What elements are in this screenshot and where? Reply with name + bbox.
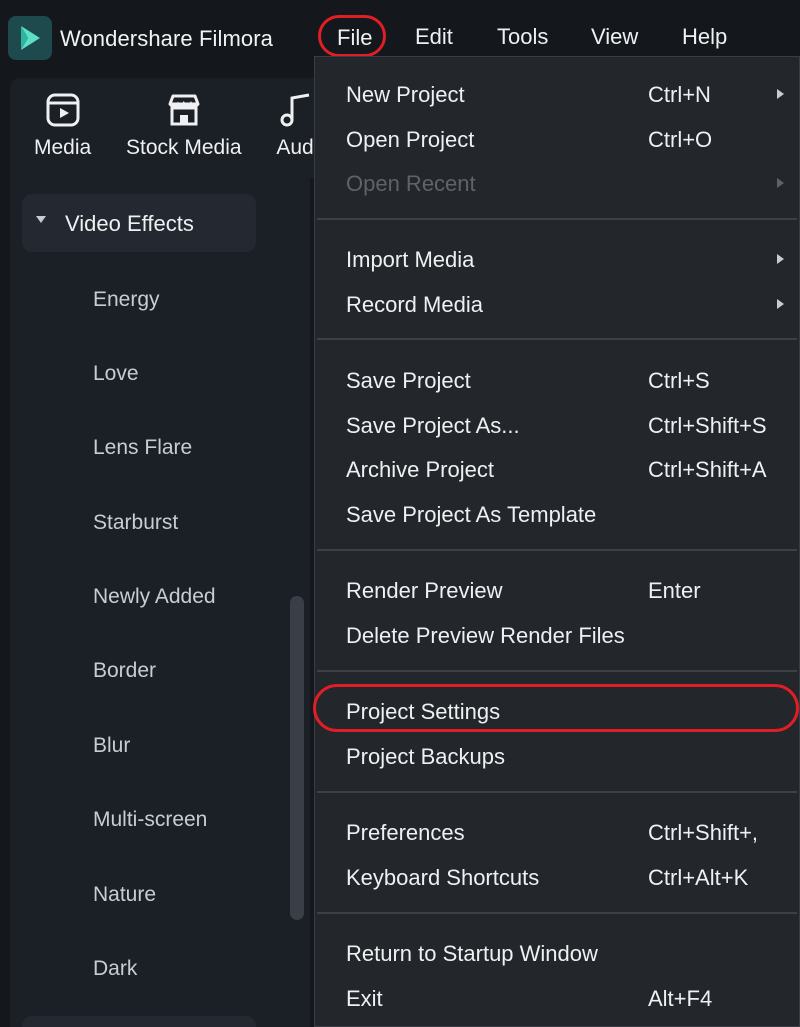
filmora-logo [8,16,52,60]
filmora-logo-icon [21,26,40,50]
shortcut-exit: Alt+F4 [648,986,713,1011]
toolbar-audio[interactable]: Aud [275,90,315,160]
menu-item-save-project-as[interactable]: Save Project As... [346,413,520,439]
menu-item-open-project[interactable]: Open Project [346,127,474,153]
file-menu-dropdown: New Project Ctrl+N Open Project Ctrl+O O… [313,56,800,1027]
shortcut-save-project: Ctrl+S [648,368,710,393]
menu-item-open-recent: Open Recent [346,171,476,196]
menu-item-exit[interactable]: Exit [346,986,383,1012]
sidebar-item-blur[interactable]: Blur [93,734,130,758]
sidebar-next-group [22,1016,256,1027]
menu-item-render-preview[interactable]: Render Preview [346,578,503,604]
sidebar-item-newly-added[interactable]: Newly Added [93,585,216,609]
shortcut-render-preview: Enter [648,578,701,603]
shortcut-save-project-as: Ctrl+Shift+S [648,413,767,438]
menu-file[interactable]: File [318,15,386,57]
sidebar-item-love[interactable]: Love [93,362,139,386]
shortcut-keyboard-shortcuts: Ctrl+Alt+K [648,865,749,890]
menu-edit[interactable]: Edit [415,24,453,50]
menu-separator [317,670,797,672]
sidebar-scrollbar[interactable] [290,596,304,920]
menu-separator [317,338,797,340]
sidebar-group-video-effects[interactable]: Video Effects [22,194,256,252]
caret-down-icon [36,216,46,223]
submenu-arrow-icon [777,178,784,188]
submenu-arrow-icon [777,89,784,99]
toolbar-audio-label: Aud [276,136,314,159]
sidebar-item-lens-flare[interactable]: Lens Flare [93,436,192,460]
media-icon [46,93,80,127]
menu-separator [317,218,797,220]
menu-item-delete-preview-render-files[interactable]: Delete Preview Render Files [346,623,625,649]
shortcut-archive-project: Ctrl+Shift+A [648,457,767,482]
sidebar-item-nature[interactable]: Nature [93,883,156,907]
stock-media-icon [168,94,200,126]
menu-separator [317,791,797,793]
menu-item-archive-project[interactable]: Archive Project [346,457,494,483]
shortcut-open-project: Ctrl+O [648,127,713,152]
submenu-arrow-icon [777,299,784,309]
menu-item-preferences[interactable]: Preferences [346,820,465,846]
toolbar-media-label: Media [34,136,92,159]
menu-help[interactable]: Help [682,24,727,50]
sidebar-group-label: Video Effects [65,211,194,236]
menu-file-label: File [337,25,373,50]
toolbar-stock-media-label: Stock Media [126,136,242,159]
submenu-arrow-icon [777,254,784,264]
sidebar-item-border[interactable]: Border [93,659,156,683]
menu-item-save-as-template[interactable]: Save Project As Template [346,502,596,528]
menu-view[interactable]: View [591,24,638,50]
menu-item-project-backups[interactable]: Project Backups [346,744,505,770]
shortcut-new-project: Ctrl+N [648,82,711,107]
sidebar-item-multi-screen[interactable]: Multi-screen [93,808,207,832]
menu-item-save-project[interactable]: Save Project [346,368,471,394]
shortcut-preferences: Ctrl+Shift+, [648,820,759,845]
app-title: Wondershare Filmora [60,26,274,51]
effects-sidebar: Video Effects Energy Love Lens Flare Sta… [10,178,310,1027]
sidebar-item-energy[interactable]: Energy [93,288,160,312]
menu-item-project-settings[interactable]: Project Settings [346,699,500,725]
filmora-window: Wondershare Filmora File Edit Tools View… [0,0,800,1027]
audio-icon [280,93,310,127]
menu-item-return-to-startup[interactable]: Return to Startup Window [346,941,598,967]
menu-item-record-media[interactable]: Record Media [346,292,483,318]
media-toolbar: Media Stock Media Aud [10,78,330,178]
toolbar-stock-media[interactable]: Stock Media [126,90,242,160]
sidebar-item-dark[interactable]: Dark [93,957,137,981]
menu-item-import-media[interactable]: Import Media [346,247,474,273]
menu-separator [317,912,797,914]
sidebar-item-starburst[interactable]: Starburst [93,511,178,535]
toolbar-media[interactable]: Media [34,90,91,160]
menu-item-new-project[interactable]: New Project [346,82,465,108]
menu-item-keyboard-shortcuts[interactable]: Keyboard Shortcuts [346,865,539,891]
menu-tools[interactable]: Tools [497,24,548,50]
menu-separator [317,549,797,551]
